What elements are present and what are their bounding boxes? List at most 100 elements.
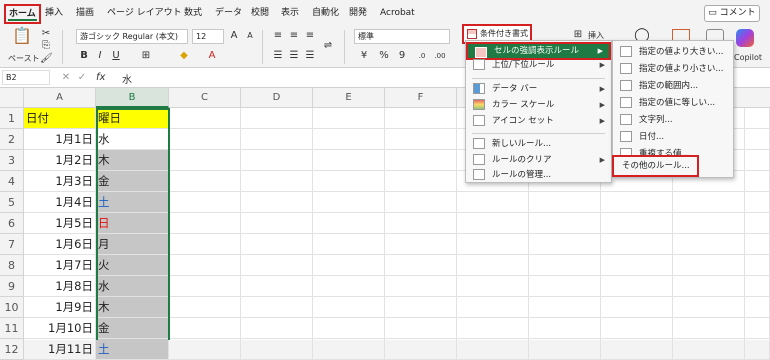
column-header-e[interactable]: E <box>313 88 385 108</box>
date-cell[interactable]: 1月7日 <box>24 255 96 276</box>
cancel-icon[interactable]: ✕ <box>60 72 72 84</box>
submenu-item-greater-than[interactable]: 指定の値より大きい... <box>613 43 733 61</box>
submenu-item-date[interactable]: 日付... <box>613 128 733 146</box>
bold-icon[interactable]: B <box>78 50 90 62</box>
fill-color-icon[interactable]: ◆ <box>178 50 190 62</box>
tab-home[interactable]: ホーム <box>4 4 41 24</box>
date-cell[interactable]: 1月11日 <box>24 339 96 360</box>
font-name-select[interactable]: 游ゴシック Regular (本文) <box>76 29 188 44</box>
align-bottom-icon[interactable]: ≡ <box>304 30 316 42</box>
submenu-item-text-contains[interactable]: 文字列... <box>613 111 733 129</box>
row-header[interactable]: 5 <box>0 192 24 213</box>
cut-icon[interactable]: ✂ <box>40 28 52 40</box>
borders-icon[interactable]: ⊞ <box>140 50 152 62</box>
underline-icon[interactable]: U <box>110 50 122 62</box>
submenu-item-equal-to[interactable]: 指定の値に等しい... <box>613 94 733 112</box>
align-middle-icon[interactable]: ≡ <box>288 30 300 42</box>
row-header[interactable]: 3 <box>0 150 24 171</box>
submenu-item-between[interactable]: 指定の範囲内... <box>613 77 733 95</box>
date-cell[interactable]: 1月5日 <box>24 213 96 234</box>
empty-cells[interactable] <box>169 255 770 276</box>
copy-icon[interactable]: ⎘ <box>40 40 52 52</box>
decrease-decimal-icon[interactable]: .00 <box>434 50 446 62</box>
row-header[interactable]: 7 <box>0 234 24 255</box>
row-header[interactable]: 8 <box>0 255 24 276</box>
column-header-f[interactable]: F <box>385 88 457 108</box>
weekday-cell[interactable]: 金 <box>96 318 169 339</box>
currency-icon[interactable]: ¥ <box>358 50 370 62</box>
paste-icon[interactable]: 📋 <box>12 28 32 48</box>
tab-data[interactable]: データ <box>215 5 242 21</box>
date-cell[interactable]: 1月6日 <box>24 234 96 255</box>
column-header-b[interactable]: B <box>96 88 169 108</box>
empty-cells[interactable] <box>169 234 770 255</box>
header-cell-weekday[interactable]: 曜日 <box>96 108 169 129</box>
row-header[interactable]: 4 <box>0 171 24 192</box>
date-cell[interactable]: 1月2日 <box>24 150 96 171</box>
empty-cells[interactable] <box>169 297 770 318</box>
empty-cells[interactable] <box>169 276 770 297</box>
tab-insert[interactable]: 挿入 <box>45 5 63 21</box>
empty-cells[interactable] <box>169 192 770 213</box>
row-header[interactable]: 6 <box>0 213 24 234</box>
row-header[interactable]: 10 <box>0 297 24 318</box>
percent-icon[interactable]: % <box>378 50 390 62</box>
align-top-icon[interactable]: ≡ <box>272 30 284 42</box>
tab-page-layout[interactable]: ページ レイアウト <box>107 5 182 21</box>
row-header[interactable]: 1 <box>0 108 24 129</box>
empty-cells[interactable] <box>169 339 770 360</box>
italic-icon[interactable]: I <box>94 50 106 62</box>
row-header[interactable]: 2 <box>0 129 24 150</box>
weekday-cell[interactable]: 火 <box>96 255 169 276</box>
date-cell[interactable]: 1月9日 <box>24 297 96 318</box>
align-left-icon[interactable]: ☰ <box>272 50 284 62</box>
increase-font-icon[interactable]: A <box>228 30 240 42</box>
column-header-a[interactable]: A <box>24 88 96 108</box>
tab-view[interactable]: 表示 <box>281 5 299 21</box>
row-header[interactable]: 9 <box>0 276 24 297</box>
enter-icon[interactable]: ✓ <box>76 72 88 84</box>
empty-cells[interactable] <box>169 318 770 339</box>
weekday-cell[interactable]: 日 <box>96 213 169 234</box>
align-right-icon[interactable]: ☰ <box>304 50 316 62</box>
name-box[interactable]: B2 <box>2 70 50 85</box>
date-cell[interactable]: 1月1日 <box>24 129 96 150</box>
tab-developer[interactable]: 開発 <box>349 5 367 21</box>
select-all-corner[interactable] <box>0 88 24 108</box>
submenu-item-less-than[interactable]: 指定の値より小さい... <box>613 60 733 78</box>
header-cell-date[interactable]: 日付 <box>24 108 96 129</box>
weekday-cell[interactable]: 土 <box>96 192 169 213</box>
weekday-cell[interactable]: 水 <box>96 129 169 150</box>
font-color-icon[interactable]: A <box>206 50 218 62</box>
font-size-select[interactable]: 12 <box>192 29 224 44</box>
empty-cells[interactable] <box>169 213 770 234</box>
weekday-cell[interactable]: 木 <box>96 150 169 171</box>
format-painter-icon[interactable]: 🖌 <box>40 53 53 65</box>
function-icon[interactable]: fx <box>96 72 105 83</box>
submenu-item-more-rules[interactable]: その他のルール... <box>612 155 699 177</box>
weekday-cell[interactable]: 土 <box>96 339 169 360</box>
row-header[interactable]: 12 <box>0 339 24 360</box>
comment-button[interactable]: ▭ コメント <box>704 5 760 22</box>
column-header-d[interactable]: D <box>241 88 313 108</box>
date-cell[interactable]: 1月10日 <box>24 318 96 339</box>
copilot-icon[interactable] <box>736 29 754 47</box>
weekday-cell[interactable]: 金 <box>96 171 169 192</box>
date-cell[interactable]: 1月8日 <box>24 276 96 297</box>
tab-acrobat[interactable]: Acrobat <box>380 5 415 21</box>
formula-input[interactable]: 水 <box>122 71 132 86</box>
decrease-font-icon[interactable]: A <box>244 30 256 42</box>
wrap-text-icon[interactable]: ⇌ <box>322 40 334 52</box>
increase-decimal-icon[interactable]: .0 <box>416 50 428 62</box>
menu-item-top-bottom-rules[interactable]: 上位/下位ルール ▶ <box>466 56 611 74</box>
menu-item-icon-sets[interactable]: アイコン セット ▶ <box>466 112 611 130</box>
tab-draw[interactable]: 描画 <box>76 5 94 21</box>
date-cell[interactable]: 1月4日 <box>24 192 96 213</box>
date-cell[interactable]: 1月3日 <box>24 171 96 192</box>
comma-icon[interactable]: 9 <box>396 50 408 62</box>
align-center-icon[interactable]: ☰ <box>288 50 300 62</box>
number-format-select[interactable]: 標準 <box>354 29 450 44</box>
menu-item-manage-rules[interactable]: ルールの管理... <box>466 166 611 184</box>
weekday-cell[interactable]: 木 <box>96 297 169 318</box>
tab-review[interactable]: 校閲 <box>251 5 269 21</box>
